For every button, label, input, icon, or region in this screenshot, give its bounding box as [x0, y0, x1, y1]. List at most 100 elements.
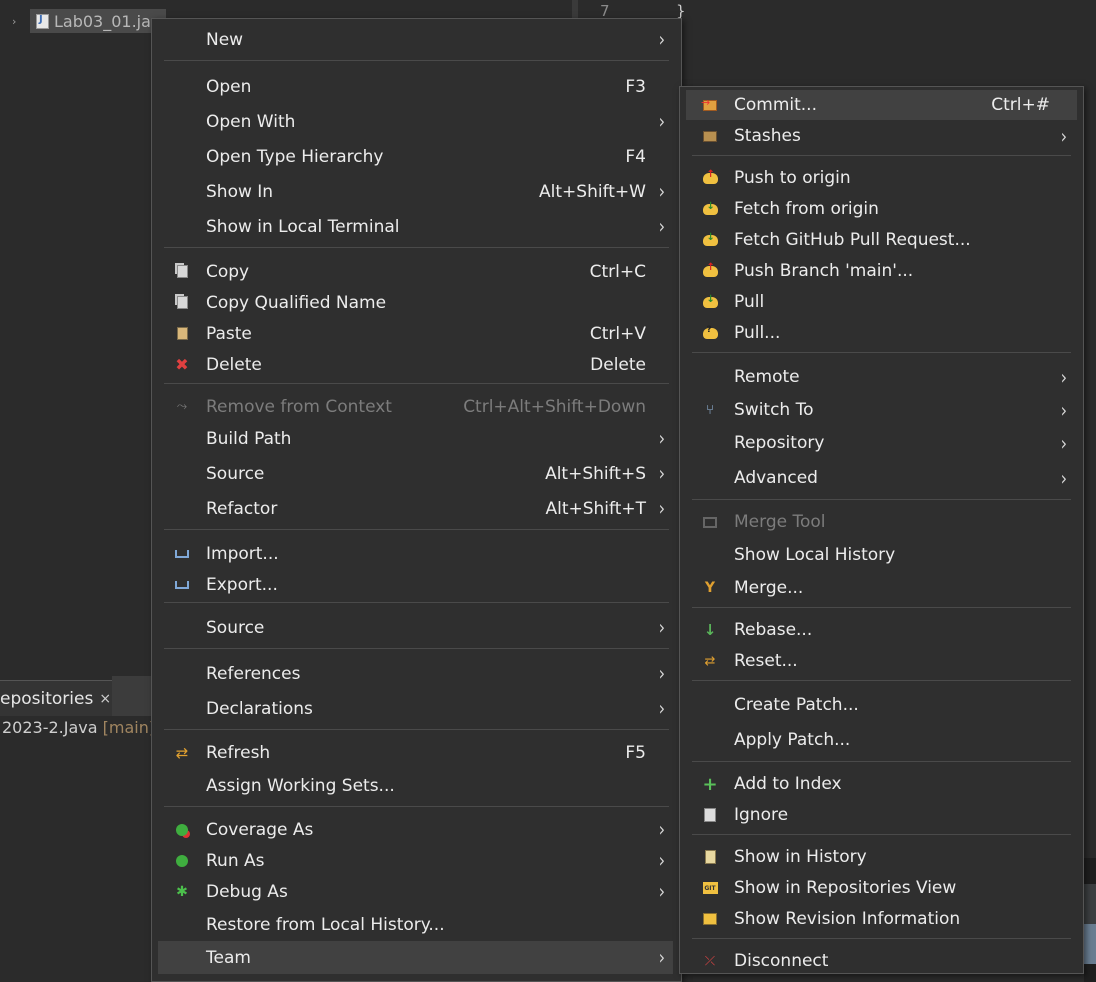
menu-item-repository[interactable]: Repository ›	[688, 428, 1075, 458]
menu-item-shortcut: Alt+Shift+T	[545, 498, 646, 519]
menu-item-label: Advanced	[734, 468, 818, 488]
bug-icon: ✱	[176, 883, 188, 900]
menu-item-source-2[interactable]: Source ›	[160, 611, 673, 644]
menu-item-disconnect[interactable]: ⤫ Disconnect	[688, 946, 1075, 976]
menu-item-merge[interactable]: Y Merge...	[688, 573, 1075, 603]
menu-item-label: References	[206, 663, 301, 684]
menu-separator	[164, 383, 669, 384]
menu-item-stashes[interactable]: Stashes ›	[688, 121, 1075, 151]
menu-item-remove-from-context: ⤳ Remove from Context Ctrl+Alt+Shift+Dow…	[160, 390, 673, 423]
menu-item-debug-as[interactable]: ✱ Debug As ›	[160, 875, 673, 908]
menu-item-label: New	[206, 29, 244, 50]
menu-item-refactor[interactable]: Refactor Alt+Shift+T ›	[160, 492, 673, 525]
menu-item-fetch-github-pull-request[interactable]: Fetch GitHub Pull Request...	[688, 225, 1075, 255]
menu-item-open-type-hierarchy[interactable]: Open Type Hierarchy F4	[160, 140, 673, 173]
close-icon[interactable]: ×	[99, 691, 111, 707]
stash-icon	[702, 128, 718, 144]
menu-item-show-in-local-terminal[interactable]: Show in Local Terminal ›	[160, 210, 673, 243]
fetch-icon	[702, 201, 718, 217]
context-menu: New › Open F3 Open With › Open Type Hier…	[151, 18, 682, 982]
coverage-icon	[174, 822, 190, 838]
menu-item-team[interactable]: Team ›	[158, 941, 673, 974]
menu-item-label: Fetch GitHub Pull Request...	[734, 230, 971, 250]
chevron-right-icon: ›	[658, 616, 665, 639]
menu-item-new[interactable]: New ›	[160, 23, 673, 56]
menu-item-label: Team	[206, 947, 251, 968]
menu-item-restore-from-local-history[interactable]: Restore from Local History...	[160, 908, 673, 941]
menu-item-coverage-as[interactable]: Coverage As ›	[160, 813, 673, 846]
menu-separator	[692, 607, 1071, 608]
menu-separator	[692, 834, 1071, 835]
menu-item-advanced[interactable]: Advanced ›	[688, 463, 1075, 493]
revision-info-icon	[702, 911, 718, 927]
chevron-right-icon[interactable]: ›	[12, 15, 30, 28]
menu-item-build-path[interactable]: Build Path ›	[160, 422, 673, 455]
menu-item-apply-patch[interactable]: Apply Patch...	[688, 725, 1075, 755]
menu-item-paste[interactable]: Paste Ctrl+V	[160, 317, 673, 350]
rebase-icon: ↓	[703, 621, 717, 639]
menu-item-label: Show in History	[734, 847, 867, 867]
menu-item-run-as[interactable]: Run As ›	[160, 844, 673, 877]
menu-item-assign-working-sets[interactable]: Assign Working Sets...	[160, 769, 673, 802]
menu-item-show-in-repositories-view[interactable]: GIT Show in Repositories View	[688, 873, 1075, 903]
menu-item-pull[interactable]: Pull	[688, 287, 1075, 317]
menu-item-commit[interactable]: Commit... Ctrl+#	[686, 90, 1077, 120]
refresh-icon: ⇄	[175, 743, 189, 762]
menu-item-shortcut: Alt+Shift+W	[539, 181, 646, 202]
chevron-right-icon: ›	[658, 818, 665, 841]
menu-item-rebase[interactable]: ↓ Rebase...	[688, 615, 1075, 645]
menu-item-pull-dialog[interactable]: Pull...	[688, 318, 1075, 348]
menu-separator	[692, 499, 1071, 500]
menu-item-show-in-history[interactable]: Show in History	[688, 842, 1075, 872]
menu-item-open[interactable]: Open F3	[160, 70, 673, 103]
menu-item-reset[interactable]: ⇄ Reset...	[688, 646, 1075, 676]
menu-item-shortcut: Ctrl+Alt+Shift+Down	[463, 396, 646, 417]
package-explorer-row[interactable]: › Lab03_01.jav	[0, 8, 170, 34]
repository-item[interactable]: 2023-2.Java [main]	[2, 718, 155, 737]
menu-item-shortcut: F4	[625, 146, 646, 167]
menu-item-fetch-from-origin[interactable]: Fetch from origin	[688, 194, 1075, 224]
menu-item-copy-qualified-name[interactable]: Copy Qualified Name	[160, 286, 673, 319]
menu-separator	[164, 529, 669, 530]
menu-item-push-branch[interactable]: Push Branch 'main'...	[688, 256, 1075, 286]
menu-item-export[interactable]: Export...	[160, 568, 673, 601]
chevron-right-icon: ›	[1060, 398, 1067, 422]
menu-item-source[interactable]: Source Alt+Shift+S ›	[160, 457, 673, 490]
menu-item-label: Switch To	[734, 400, 814, 420]
menu-item-declarations[interactable]: Declarations ›	[160, 692, 673, 725]
menu-item-label: Remove from Context	[206, 396, 392, 417]
menu-item-show-in[interactable]: Show In Alt+Shift+W ›	[160, 175, 673, 208]
chevron-right-icon: ›	[1060, 124, 1067, 148]
chevron-right-icon: ›	[658, 462, 665, 485]
menu-item-import[interactable]: Import...	[160, 537, 673, 570]
menu-item-create-patch[interactable]: Create Patch...	[688, 690, 1075, 720]
menu-separator	[164, 602, 669, 603]
menu-item-refresh[interactable]: ⇄ Refresh F5	[160, 736, 673, 769]
tree-file-label: Lab03_01.jav	[54, 11, 161, 31]
menu-item-add-to-index[interactable]: + Add to Index	[688, 769, 1075, 799]
copy-qualified-name-icon	[174, 295, 190, 311]
menu-item-remote[interactable]: Remote ›	[688, 362, 1075, 392]
chevron-right-icon: ›	[658, 427, 665, 450]
menu-item-push-to-origin[interactable]: Push to origin	[688, 163, 1075, 193]
menu-item-open-with[interactable]: Open With ›	[160, 105, 673, 138]
chevron-right-icon: ›	[658, 215, 665, 238]
tree-file-item[interactable]: Lab03_01.jav	[30, 9, 167, 33]
menu-item-show-revision-information[interactable]: Show Revision Information	[688, 904, 1075, 934]
copy-icon	[174, 264, 190, 280]
menu-item-label: Add to Index	[734, 774, 842, 794]
menu-item-delete[interactable]: ✖ Delete Delete	[160, 348, 673, 381]
menu-item-ignore[interactable]: Ignore	[688, 800, 1075, 830]
export-icon	[174, 577, 190, 593]
tab-git-repositories[interactable]: epositories ×	[0, 680, 112, 716]
menu-item-label: Push to origin	[734, 168, 851, 188]
menu-item-switch-to[interactable]: ⑂ Switch To ›	[688, 395, 1075, 425]
repository-name: 2023-2.Java	[2, 718, 98, 737]
menu-item-copy[interactable]: Copy Ctrl+C	[160, 255, 673, 288]
menu-item-label: Import...	[206, 543, 279, 564]
menu-item-references[interactable]: References ›	[160, 657, 673, 690]
push-branch-icon	[702, 262, 718, 279]
menu-item-label: Apply Patch...	[734, 730, 851, 750]
menu-item-show-local-history[interactable]: Show Local History	[688, 540, 1075, 570]
add-icon: +	[702, 773, 718, 795]
